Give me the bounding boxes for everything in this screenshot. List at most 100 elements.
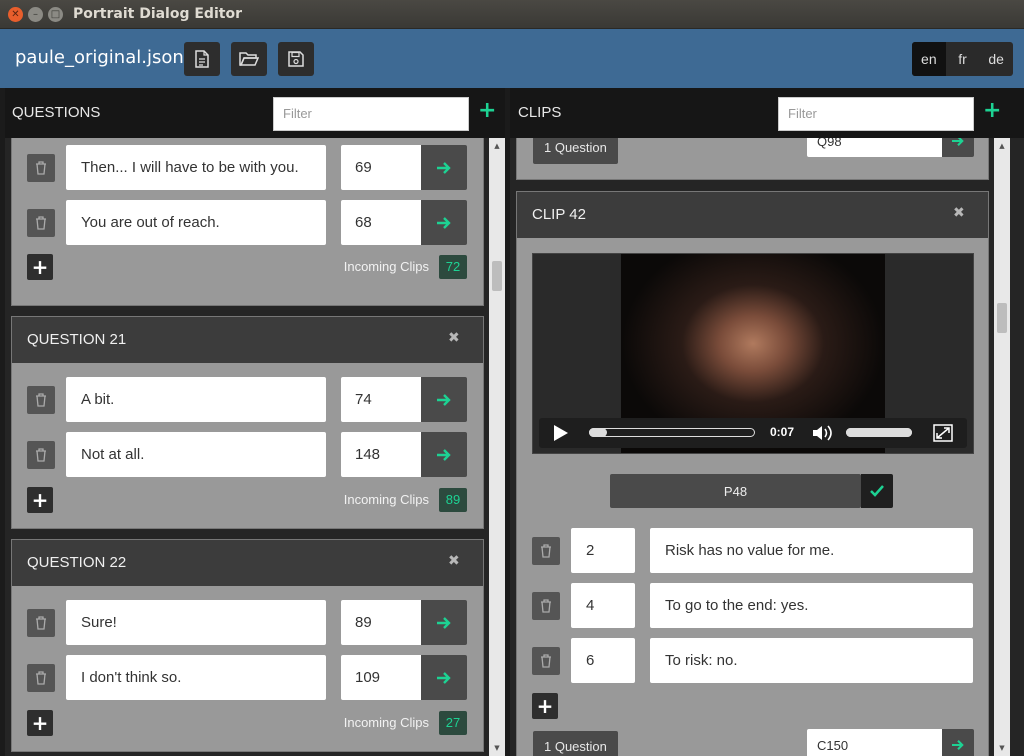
answer-text-field[interactable]: Sure! bbox=[66, 600, 326, 645]
answer-text-field[interactable]: Then... I will have to be with you. bbox=[66, 145, 326, 190]
questions-filter-input[interactable]: Filter bbox=[273, 97, 469, 131]
lang-de-button[interactable]: de bbox=[979, 42, 1013, 76]
option-text-field[interactable]: Risk has no value for me. bbox=[650, 528, 973, 573]
next-clip-field[interactable]: C150 bbox=[807, 729, 942, 756]
scroll-down-arrow-icon[interactable]: ▼ bbox=[489, 740, 505, 756]
clip-card: 1 Question Q98 bbox=[516, 138, 989, 180]
arrow-right-icon bbox=[952, 739, 964, 751]
answer-target-field[interactable]: 89 bbox=[341, 600, 421, 645]
video-player[interactable]: 0:07 bbox=[532, 253, 974, 454]
fullscreen-icon[interactable] bbox=[933, 424, 953, 442]
trash-icon bbox=[541, 599, 551, 613]
delete-answer-button[interactable] bbox=[27, 664, 55, 692]
volume-icon[interactable] bbox=[811, 424, 835, 442]
window-titlebar: ✕ – □ Portrait Dialog Editor bbox=[0, 0, 1024, 29]
goto-target-button[interactable] bbox=[421, 600, 467, 645]
goto-target-button[interactable] bbox=[421, 377, 467, 422]
incoming-clips-count[interactable]: 72 bbox=[439, 255, 467, 279]
add-clip-button[interactable]: + bbox=[983, 100, 1001, 122]
scroll-down-arrow-icon[interactable]: ▼ bbox=[994, 740, 1010, 756]
delete-answer-button[interactable] bbox=[27, 609, 55, 637]
confirm-portrait-button[interactable] bbox=[861, 474, 893, 508]
delete-option-button[interactable] bbox=[532, 592, 560, 620]
incoming-clips-label: Incoming Clips bbox=[343, 492, 429, 507]
answer-target-field[interactable]: 74 bbox=[341, 377, 421, 422]
delete-answer-button[interactable] bbox=[27, 441, 55, 469]
add-answer-button[interactable]: + bbox=[27, 710, 53, 736]
option-text-field[interactable]: To risk: no. bbox=[650, 638, 973, 683]
answer-target-field[interactable]: 69 bbox=[341, 145, 421, 190]
play-icon[interactable] bbox=[553, 424, 569, 442]
answer-target-field[interactable]: 148 bbox=[341, 432, 421, 477]
video-progress-fill bbox=[589, 428, 607, 437]
option-number-field[interactable]: 4 bbox=[571, 583, 635, 628]
answer-text-field[interactable]: I don't think so. bbox=[66, 655, 326, 700]
answer-target-field[interactable]: 109 bbox=[341, 655, 421, 700]
save-file-button[interactable] bbox=[278, 42, 314, 76]
add-answer-button[interactable]: + bbox=[27, 487, 53, 513]
window-minimize-button[interactable]: – bbox=[28, 7, 43, 22]
video-progress-track[interactable] bbox=[589, 428, 755, 437]
questions-header: QUESTIONS Filter + bbox=[5, 88, 505, 138]
arrow-right-icon bbox=[437, 393, 451, 406]
app-header: paule_original.json en fr de bbox=[0, 29, 1024, 88]
delete-answer-button[interactable] bbox=[27, 386, 55, 414]
scroll-thumb[interactable] bbox=[492, 261, 502, 291]
delete-option-button[interactable] bbox=[532, 647, 560, 675]
next-clip-field[interactable]: Q98 bbox=[807, 138, 942, 157]
goto-next-button[interactable] bbox=[942, 729, 974, 756]
question-card: Then... I will have to be with you. 69 Y… bbox=[11, 138, 484, 306]
answer-target-field[interactable]: 68 bbox=[341, 200, 421, 245]
file-icon bbox=[195, 50, 209, 68]
scroll-up-arrow-icon[interactable]: ▲ bbox=[489, 138, 505, 154]
lang-fr-button[interactable]: fr bbox=[946, 42, 980, 76]
question-title: QUESTION 22 bbox=[27, 554, 127, 571]
close-icon[interactable]: ✖ bbox=[448, 331, 462, 345]
question-count-tag[interactable]: 1 Question bbox=[533, 138, 618, 164]
scroll-thumb[interactable] bbox=[997, 303, 1007, 333]
answer-text-field[interactable]: You are out of reach. bbox=[66, 200, 326, 245]
question-card: QUESTION 22 ✖ Sure! 89 I don't think so.… bbox=[11, 539, 484, 752]
trash-icon bbox=[36, 161, 46, 175]
lang-en-button[interactable]: en bbox=[912, 42, 946, 76]
option-text-field[interactable]: To go to the end: yes. bbox=[650, 583, 973, 628]
trash-icon bbox=[36, 616, 46, 630]
portrait-code-field[interactable]: P48 bbox=[610, 474, 861, 508]
question-card: QUESTION 21 ✖ A bit. 74 Not at all. 148 … bbox=[11, 316, 484, 529]
goto-target-button[interactable] bbox=[421, 655, 467, 700]
option-number-field[interactable]: 6 bbox=[571, 638, 635, 683]
answer-text-field[interactable]: Not at all. bbox=[66, 432, 326, 477]
goto-next-button[interactable] bbox=[942, 138, 974, 157]
arrow-right-icon bbox=[437, 216, 451, 229]
answer-text-field[interactable]: A bit. bbox=[66, 377, 326, 422]
incoming-clips-count[interactable]: 89 bbox=[439, 488, 467, 512]
goto-target-button[interactable] bbox=[421, 200, 467, 245]
clip-card: CLIP 42 ✖ 0:07 P48 2 Risk has no value f… bbox=[516, 191, 989, 756]
questions-panel: QUESTIONS Filter + Then... I will have t… bbox=[5, 88, 505, 756]
goto-target-button[interactable] bbox=[421, 432, 467, 477]
clips-filter-input[interactable]: Filter bbox=[778, 97, 974, 131]
delete-answer-button[interactable] bbox=[27, 209, 55, 237]
window-maximize-button[interactable]: □ bbox=[48, 7, 63, 22]
goto-target-button[interactable] bbox=[421, 145, 467, 190]
add-answer-button[interactable]: + bbox=[27, 254, 53, 280]
add-option-button[interactable]: + bbox=[532, 693, 558, 719]
incoming-clips-label: Incoming Clips bbox=[343, 259, 429, 274]
scroll-up-arrow-icon[interactable]: ▲ bbox=[994, 138, 1010, 154]
clips-scrollbar[interactable]: ▲ ▼ bbox=[994, 138, 1010, 756]
open-file-button[interactable] bbox=[231, 42, 267, 76]
incoming-clips-count[interactable]: 27 bbox=[439, 711, 467, 735]
delete-option-button[interactable] bbox=[532, 537, 560, 565]
trash-icon bbox=[36, 671, 46, 685]
add-question-button[interactable]: + bbox=[478, 100, 496, 122]
option-number-field[interactable]: 2 bbox=[571, 528, 635, 573]
window-close-button[interactable]: ✕ bbox=[8, 7, 23, 22]
clips-header: CLIPS Filter + bbox=[510, 88, 1024, 138]
question-count-tag[interactable]: 1 Question bbox=[533, 731, 618, 756]
new-file-button[interactable] bbox=[184, 42, 220, 76]
delete-answer-button[interactable] bbox=[27, 154, 55, 182]
close-icon[interactable]: ✖ bbox=[448, 554, 462, 568]
questions-scrollbar[interactable]: ▲ ▼ bbox=[489, 138, 505, 756]
arrow-right-icon bbox=[437, 616, 451, 629]
close-icon[interactable]: ✖ bbox=[953, 206, 967, 220]
